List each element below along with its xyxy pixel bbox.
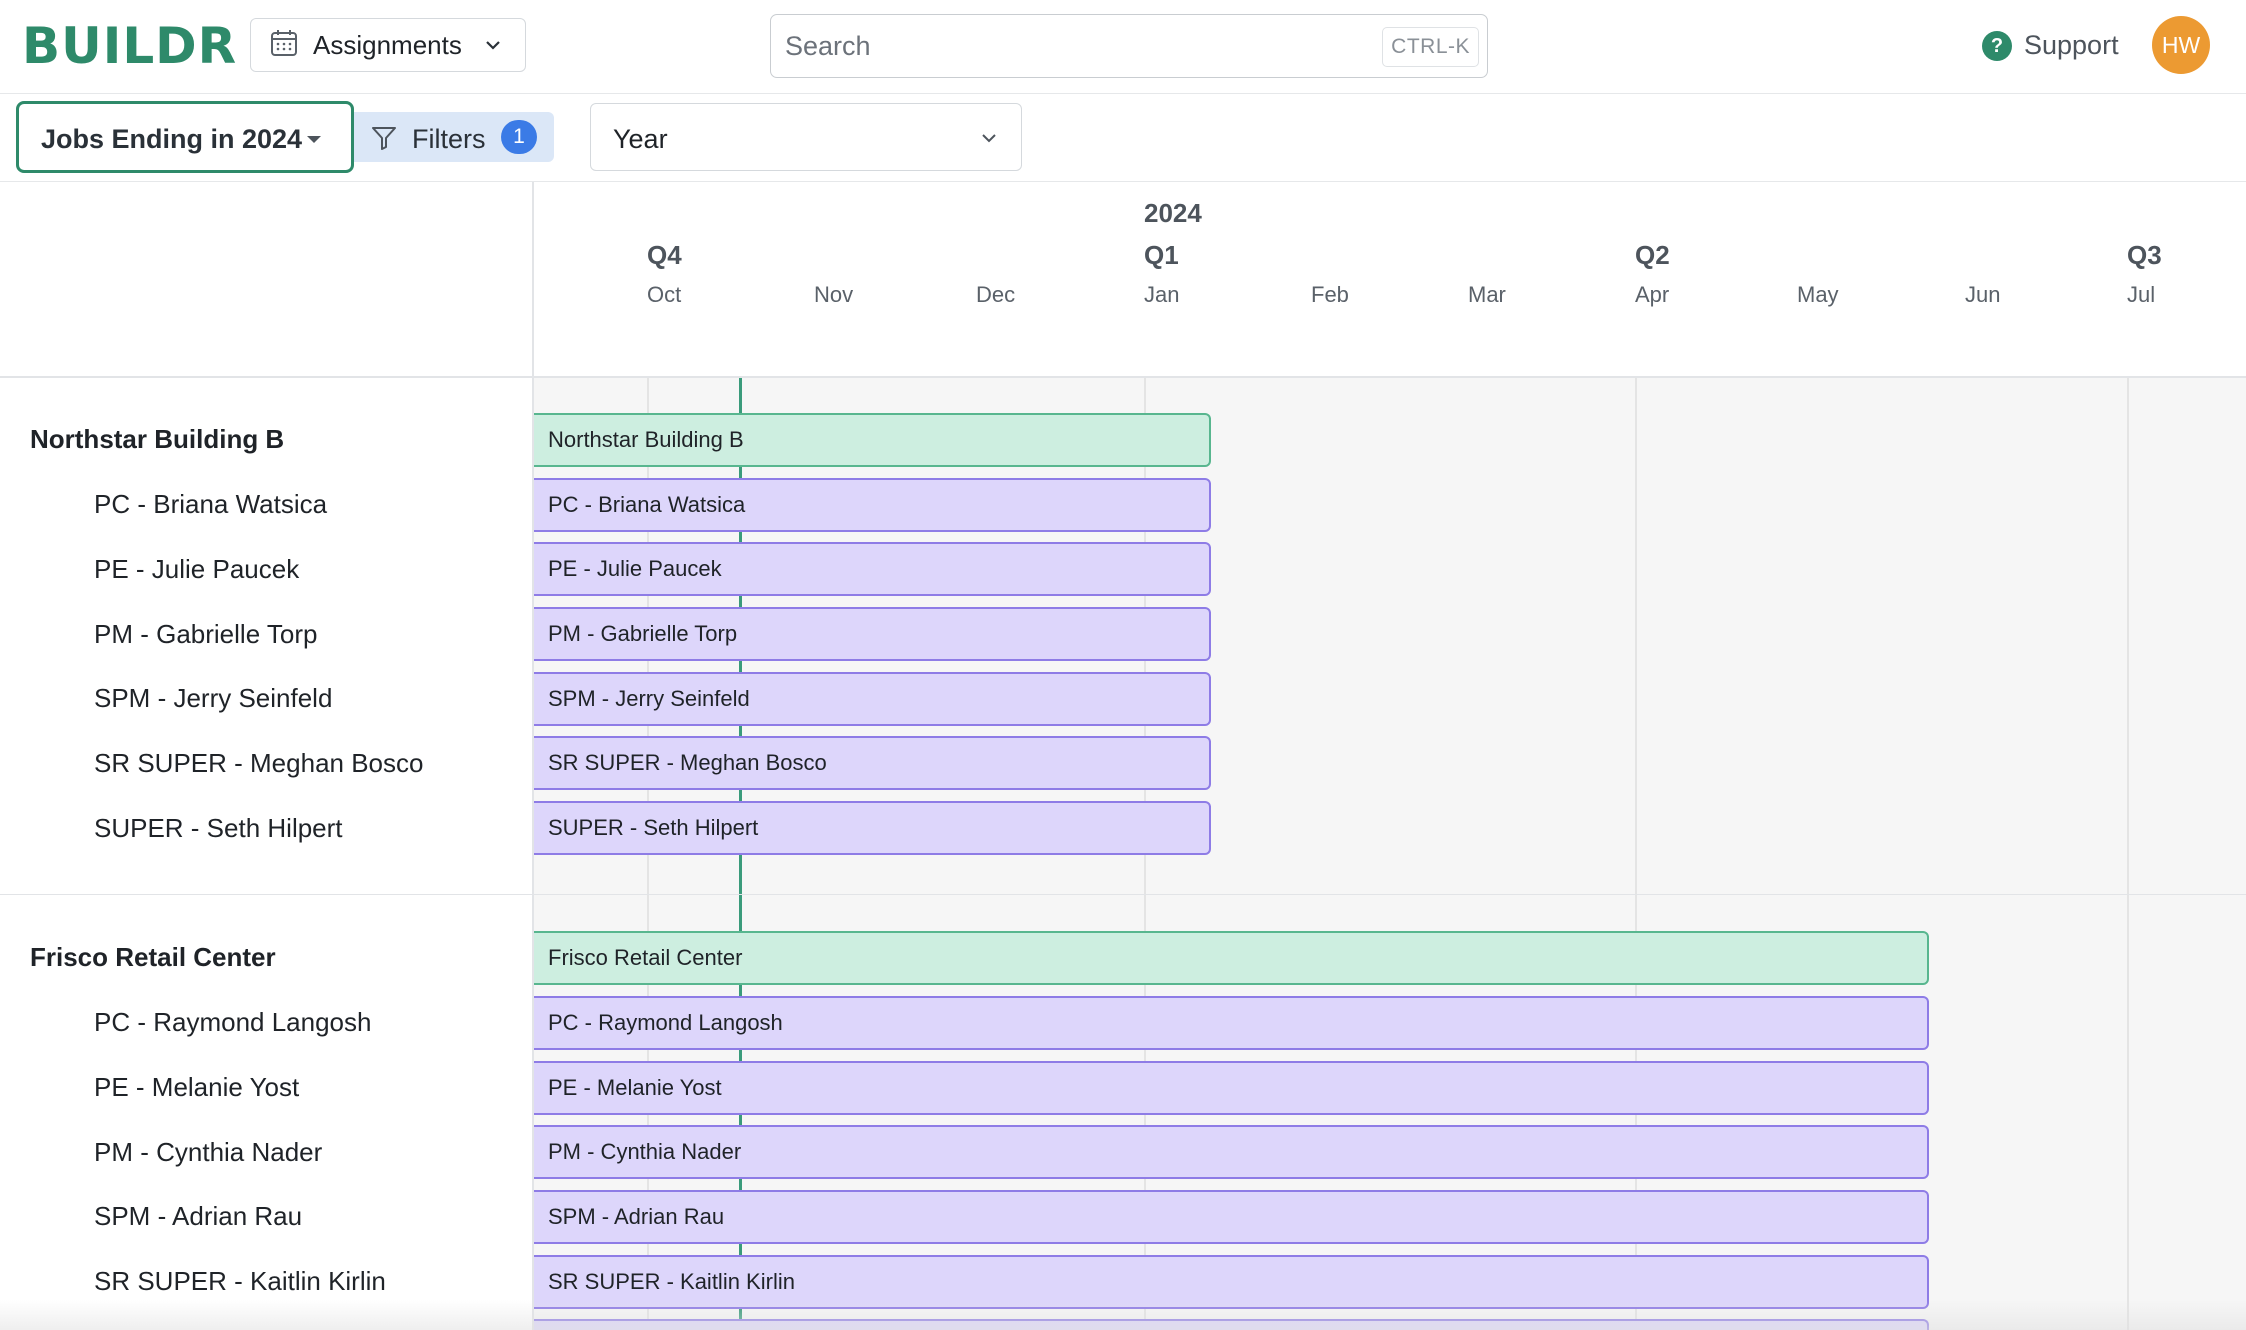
month-label: Oct: [647, 282, 682, 307]
quarter-label: Q2: [1635, 240, 1670, 270]
app-logo[interactable]: BUILDR: [22, 16, 237, 76]
group-title: Northstar Building B: [30, 424, 285, 454]
view-selector-label: Assignments: [313, 29, 462, 60]
assignment-bar[interactable]: PM - Cynthia Nader: [534, 1125, 1929, 1179]
group-title: Frisco Retail Center: [30, 942, 276, 972]
filters-button[interactable]: Filters 1: [354, 112, 554, 162]
group-divider: [0, 894, 2246, 895]
assignment-row-label: PC - Briana Watsica: [94, 489, 328, 519]
top-bar: BUILDR Assignments Search CTRL-K ? Suppo…: [0, 0, 2246, 94]
search-placeholder: Search: [785, 31, 871, 61]
user-avatar[interactable]: HW: [2152, 16, 2210, 74]
time-range-value: Year: [613, 124, 668, 154]
quarter-label: Q3: [2127, 240, 2162, 270]
assignment-row-label: PE - Melanie Yost: [94, 1072, 300, 1102]
assignment-row-label: SPM - Jerry Seinfeld: [94, 683, 333, 713]
saved-view-label: Jobs Ending in 2024: [41, 124, 303, 154]
assignment-bar[interactable]: SPM - Jerry Seinfeld: [534, 672, 1211, 726]
month-label: Jun: [1965, 282, 2001, 307]
month-label: Mar: [1468, 282, 1506, 307]
assignment-bar[interactable]: SUPER - Seth Hilpert: [534, 801, 1211, 855]
assignment-bar[interactable]: PM - Gabrielle Torp: [534, 607, 1211, 661]
month-label: Dec: [976, 282, 1016, 307]
filter-icon: [370, 124, 398, 157]
timeline-header: 2024 Q4 Q1 Q2 Q3 Oct Nov Dec Jan Feb Mar…: [0, 182, 2246, 378]
assignment-row-label: SUPER - Seth Hilpert: [94, 813, 343, 843]
month-label: Apr: [1635, 282, 1670, 307]
assignment-row-label: SR SUPER - Meghan Bosco: [94, 748, 424, 778]
chevron-down-icon: [483, 35, 503, 60]
search-shortcut-badge: CTRL-K: [1382, 27, 1479, 67]
assignment-bar[interactable]: PC - Raymond Langosh: [534, 996, 1929, 1050]
quarter-label: Q4: [647, 240, 682, 270]
time-range-select[interactable]: Year: [590, 103, 1022, 171]
month-label: Jan: [1144, 282, 1180, 307]
caret-down-icon: [307, 136, 321, 143]
assignment-bar[interactable]: PE - Julie Paucek: [534, 542, 1211, 596]
support-link[interactable]: ? Support: [1982, 30, 2119, 61]
timeline-body[interactable]: Northstar Building B PC - Briana Watsica…: [0, 378, 2246, 1330]
support-label: Support: [2024, 30, 2119, 60]
saved-view-dropdown[interactable]: Jobs Ending in 2024: [16, 101, 354, 173]
assignment-row-label: SPM - Adrian Rau: [94, 1201, 303, 1231]
panel-divider: [532, 182, 534, 1330]
job-bar[interactable]: Frisco Retail Center: [534, 931, 1929, 985]
question-icon: ?: [1982, 30, 2012, 61]
chevron-down-icon: [979, 128, 999, 153]
assignment-bar[interactable]: PC - Briana Watsica: [534, 478, 1211, 532]
month-label: Feb: [1311, 282, 1349, 307]
calendar-icon: [269, 28, 299, 63]
filters-count-badge: 1: [501, 120, 537, 154]
month-label: Jul: [2127, 282, 2156, 307]
filters-label: Filters: [412, 124, 486, 154]
assignment-row-label: PE - Julie Paucek: [94, 554, 300, 584]
toolbar: Jobs Ending in 2024 Filters 1 Year: [0, 94, 2246, 182]
assignment-row-label: PM - Cynthia Nader: [94, 1137, 323, 1167]
job-bar[interactable]: Northstar Building B: [534, 413, 1211, 467]
assignment-bar[interactable]: PE - Melanie Yost: [534, 1061, 1929, 1115]
assignment-row-label: PC - Raymond Langosh: [94, 1007, 372, 1037]
quarter-gridline: [1635, 378, 1637, 1330]
assignment-bar[interactable]: SR SUPER - Meghan Bosco: [534, 736, 1211, 790]
assignment-row-label: SR SUPER - Kaitlin Kirlin: [94, 1266, 386, 1296]
quarter-label: Q1: [1144, 240, 1179, 270]
quarter-gridline: [2127, 378, 2129, 1330]
assignment-row-label: PM - Gabrielle Torp: [94, 619, 318, 649]
month-label: May: [1797, 282, 1839, 307]
scroll-fade: [0, 1300, 2246, 1330]
year-label: 2024: [1144, 198, 1202, 228]
view-selector-button[interactable]: Assignments: [250, 18, 526, 72]
search-input[interactable]: Search CTRL-K: [770, 14, 1488, 78]
assignment-bar[interactable]: SPM - Adrian Rau: [534, 1190, 1929, 1244]
month-label: Nov: [814, 282, 854, 307]
